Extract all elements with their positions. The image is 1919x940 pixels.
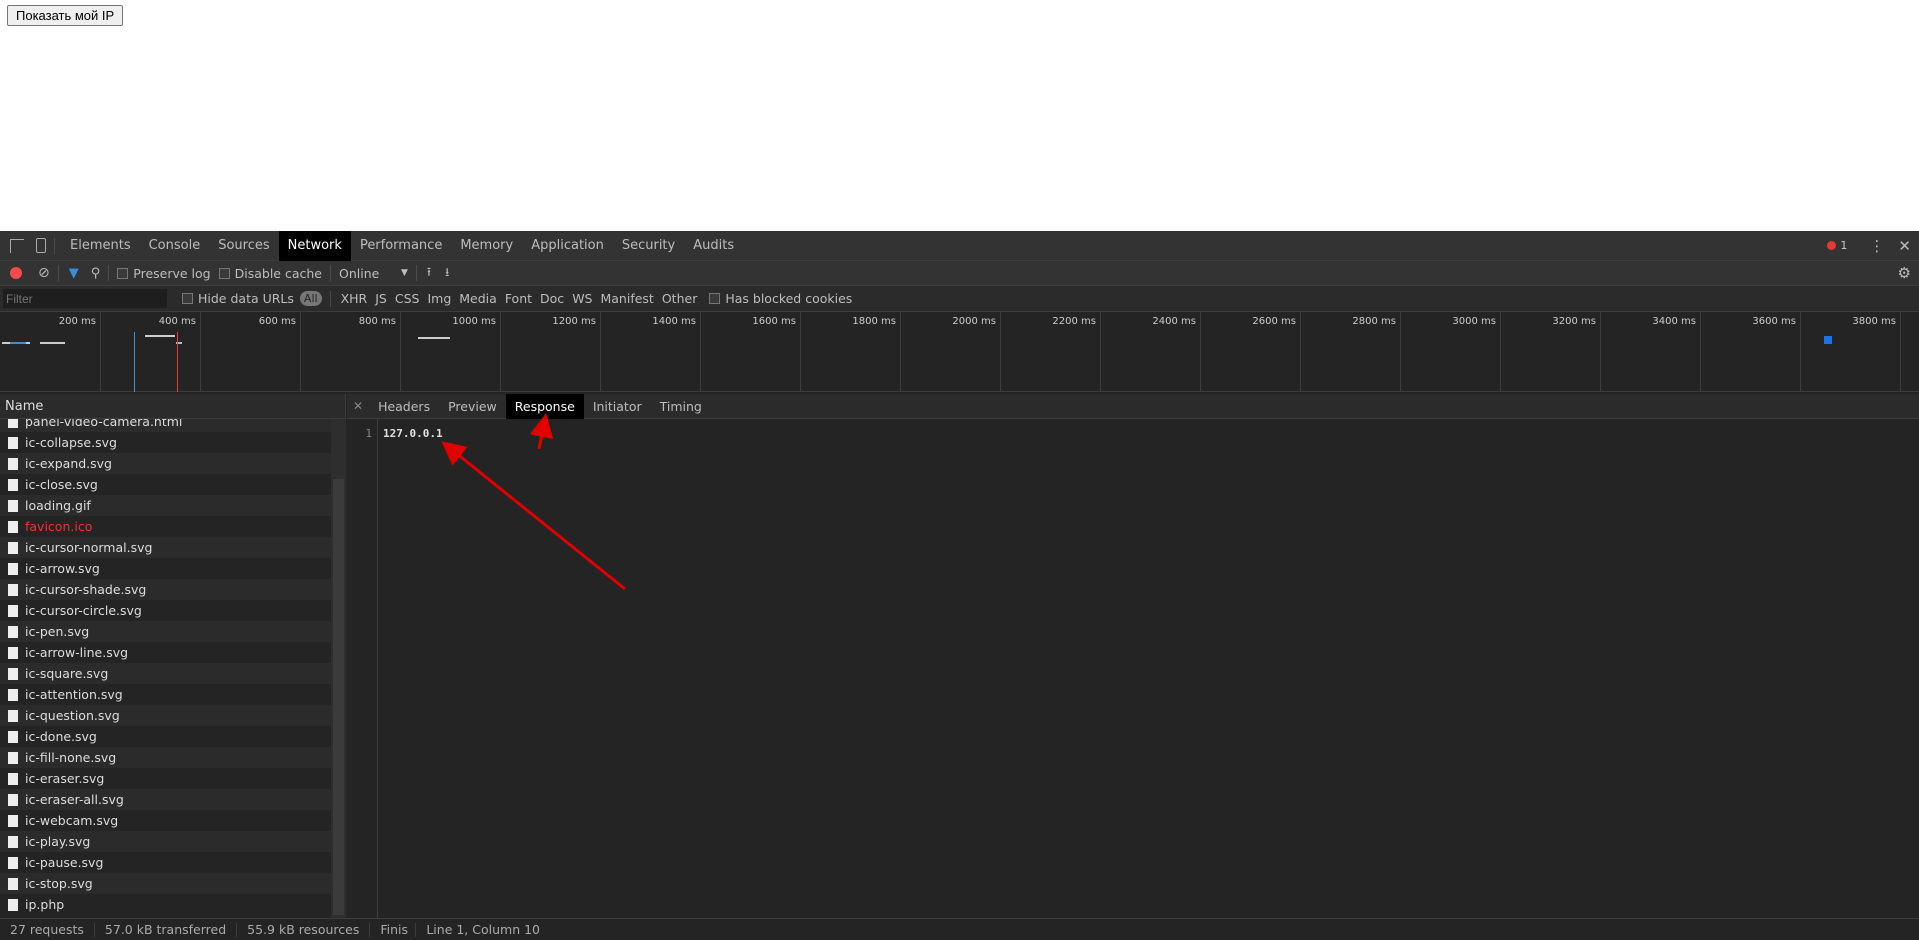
annotation-arrow-response-text [441,441,626,591]
annotation-arrows [441,413,626,591]
annotation-arrow-response-tab [529,413,554,450]
